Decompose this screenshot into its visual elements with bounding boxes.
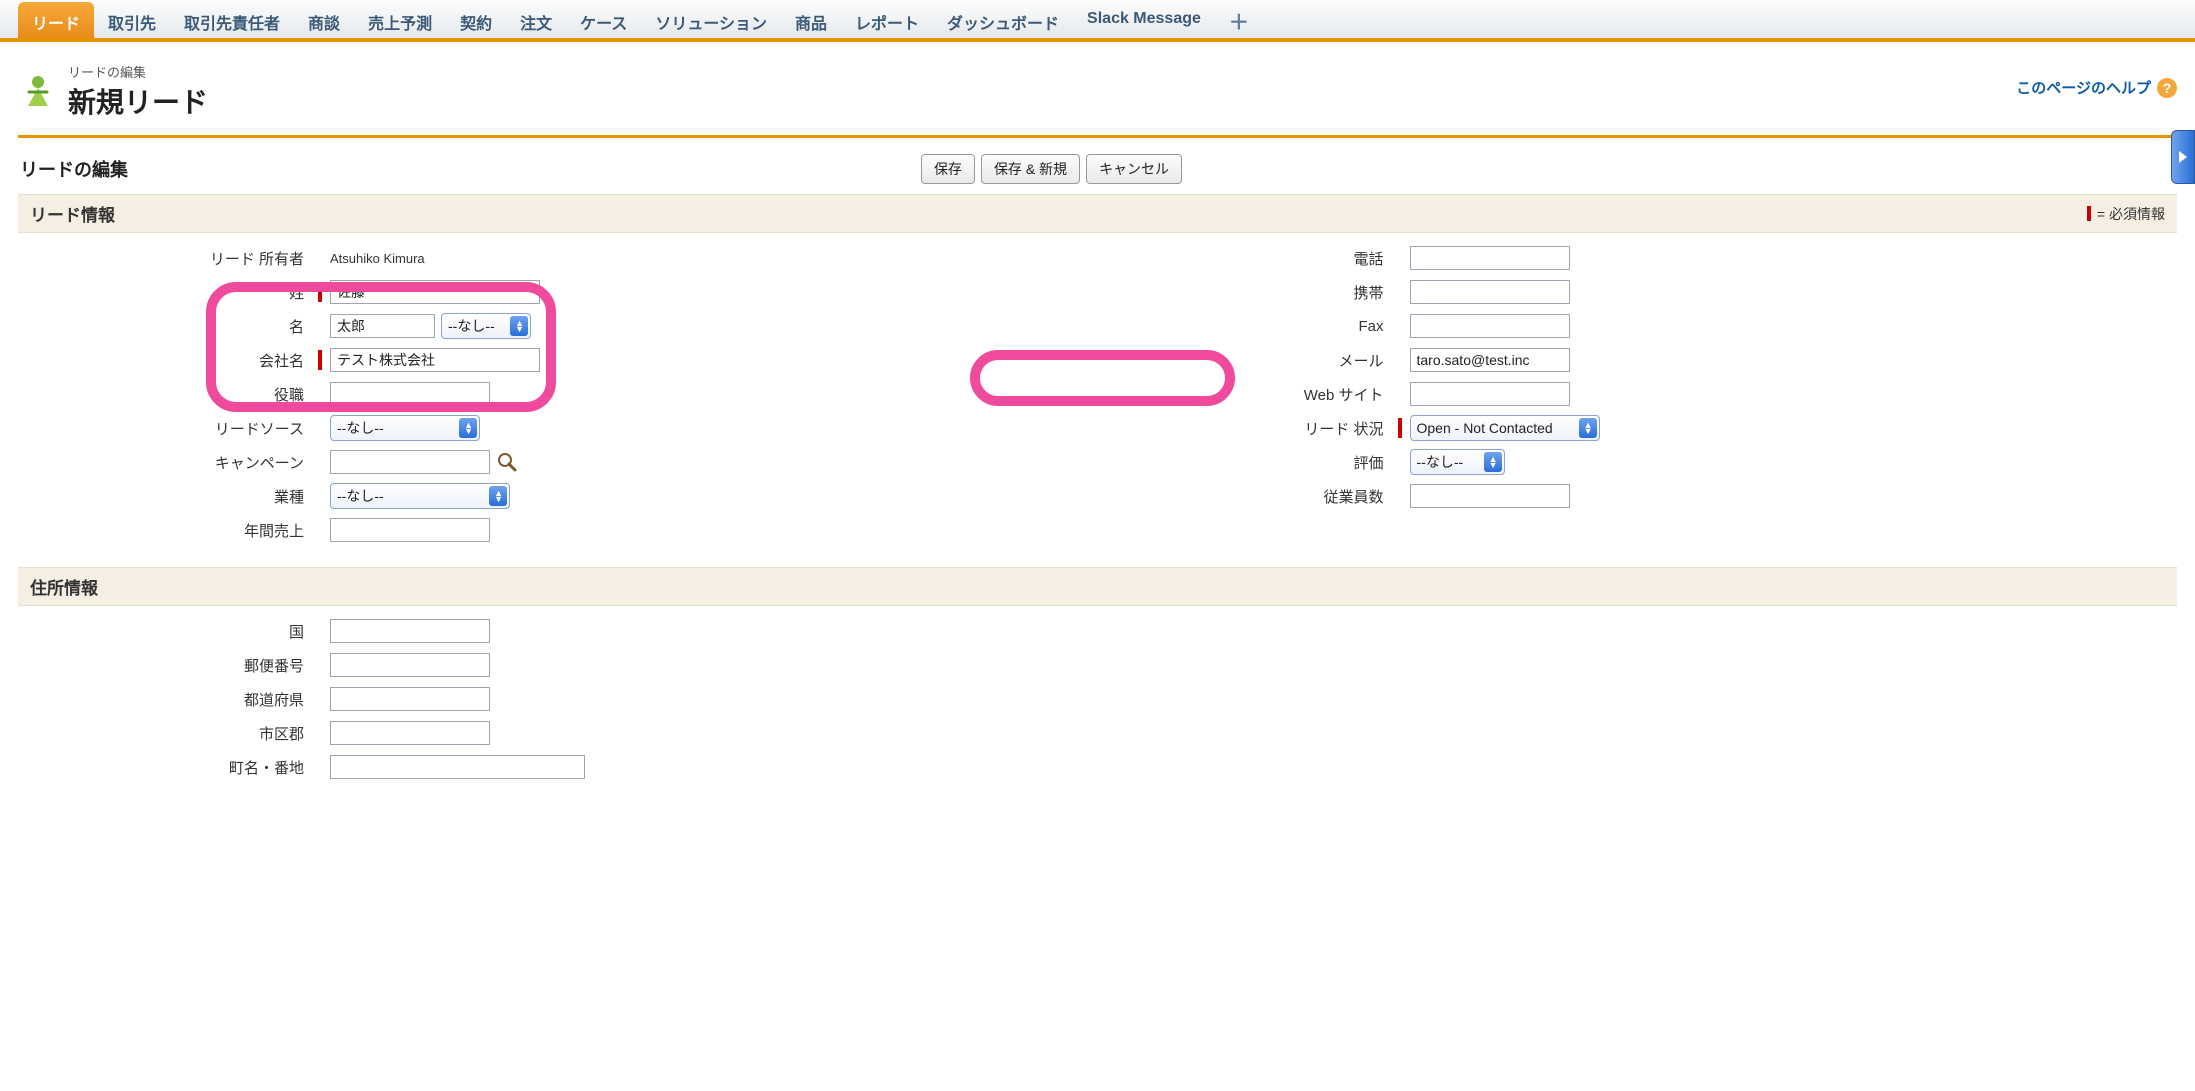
fax-label: Fax xyxy=(1098,318,1398,335)
help-link[interactable]: このページのヘルプ ? xyxy=(2016,77,2177,98)
page-eyebrow: リードの編集 xyxy=(68,62,208,81)
campaign-label: キャンペーン xyxy=(18,452,318,473)
tab-dashboard[interactable]: ダッシュボード xyxy=(933,0,1073,38)
tab-solution[interactable]: ソリューション xyxy=(641,0,781,38)
street-label: 町名・番地 xyxy=(18,757,318,778)
email-label: メール xyxy=(1098,350,1398,371)
employees-label: 従業員数 xyxy=(1098,486,1398,507)
country-input[interactable] xyxy=(330,619,490,643)
save-and-new-button[interactable]: 保存 & 新規 xyxy=(981,154,1080,184)
rating-label: 評価 xyxy=(1098,452,1398,473)
website-input[interactable] xyxy=(1410,382,1570,406)
state-input[interactable] xyxy=(330,687,490,711)
phone-label: 電話 xyxy=(1098,248,1398,269)
page-head: リードの編集 新規リード このページのヘルプ ? xyxy=(18,42,2177,138)
industry-select[interactable]: --なし-- ▲▼ xyxy=(330,483,510,509)
city-label: 市区郡 xyxy=(18,723,318,744)
company-input[interactable] xyxy=(330,348,540,372)
fax-input[interactable] xyxy=(1410,314,1570,338)
status-label: リード 状況 xyxy=(1098,418,1398,439)
panel-address-title: 住所情報 xyxy=(30,574,98,599)
city-input[interactable] xyxy=(330,721,490,745)
lookup-icon[interactable] xyxy=(496,451,518,473)
title-label: 役職 xyxy=(18,384,318,405)
state-label: 都道府県 xyxy=(18,689,318,710)
tab-contact[interactable]: 取引先責任者 xyxy=(170,0,294,38)
tab-lead[interactable]: リード xyxy=(18,2,94,38)
help-icon: ? xyxy=(2157,78,2177,98)
help-link-text: このページのヘルプ xyxy=(2016,77,2151,98)
street-input[interactable] xyxy=(330,755,585,779)
tab-product[interactable]: 商品 xyxy=(781,0,841,38)
owner-label: リード 所有者 xyxy=(18,248,318,269)
lead-icon xyxy=(18,72,58,112)
industry-label: 業種 xyxy=(18,486,318,507)
email-input[interactable] xyxy=(1410,348,1570,372)
leadsource-select[interactable]: --なし-- ▲▼ xyxy=(330,415,480,441)
mobile-label: 携帯 xyxy=(1098,282,1398,303)
revenue-input[interactable] xyxy=(330,518,490,542)
page-title: 新規リード xyxy=(68,81,208,121)
status-select[interactable]: Open - Not Contacted ▲▼ xyxy=(1410,415,1600,441)
tab-order[interactable]: 注文 xyxy=(506,0,566,38)
leadsource-label: リードソース xyxy=(18,418,318,439)
tab-forecast[interactable]: 売上予測 xyxy=(354,0,446,38)
zip-label: 郵便番号 xyxy=(18,655,318,676)
panel-address-head: 住所情報 xyxy=(18,567,2177,606)
tab-opportunity[interactable]: 商談 xyxy=(294,0,354,38)
cancel-button[interactable]: キャンセル xyxy=(1086,154,1182,184)
country-label: 国 xyxy=(18,621,318,642)
tab-slack-message[interactable]: Slack Message xyxy=(1073,0,1215,38)
title-input[interactable] xyxy=(330,382,490,406)
firstname-input[interactable] xyxy=(330,314,435,338)
save-button[interactable]: 保存 xyxy=(921,154,975,184)
zip-input[interactable] xyxy=(330,653,490,677)
firstname-label: 名 xyxy=(18,316,318,337)
employees-input[interactable] xyxy=(1410,484,1570,508)
lastname-input[interactable] xyxy=(330,280,540,304)
edit-section-label: リードの編集 xyxy=(20,156,128,182)
revenue-label: 年間売上 xyxy=(18,520,318,541)
company-label: 会社名 xyxy=(18,350,318,371)
salutation-select[interactable]: --なし-- ▲▼ xyxy=(441,313,531,339)
rating-select[interactable]: --なし-- ▲▼ xyxy=(1410,449,1505,475)
lastname-label: 姓 xyxy=(18,282,318,303)
tab-contract[interactable]: 契約 xyxy=(446,0,506,38)
right-drawer-toggle[interactable] xyxy=(2171,130,2195,184)
required-note: = 必須情報 xyxy=(2087,204,2165,224)
owner-value: Atsuhiko Kimura xyxy=(330,251,425,266)
top-tabbar: リード 取引先 取引先責任者 商談 売上予測 契約 注文 ケース ソリューション… xyxy=(0,0,2195,42)
panel-lead-title: リード情報 xyxy=(30,201,115,226)
campaign-input[interactable] xyxy=(330,450,490,474)
tab-report[interactable]: レポート xyxy=(841,0,933,38)
edit-section-bar: リードの編集 保存 保存 & 新規 キャンセル xyxy=(18,138,2177,194)
tab-case[interactable]: ケース xyxy=(566,0,641,38)
tab-add[interactable]: ＋ xyxy=(1215,0,1263,38)
website-label: Web サイト xyxy=(1098,384,1398,405)
panel-lead-head: リード情報 = 必須情報 xyxy=(18,194,2177,233)
tab-account[interactable]: 取引先 xyxy=(94,0,170,38)
phone-input[interactable] xyxy=(1410,246,1570,270)
mobile-input[interactable] xyxy=(1410,280,1570,304)
